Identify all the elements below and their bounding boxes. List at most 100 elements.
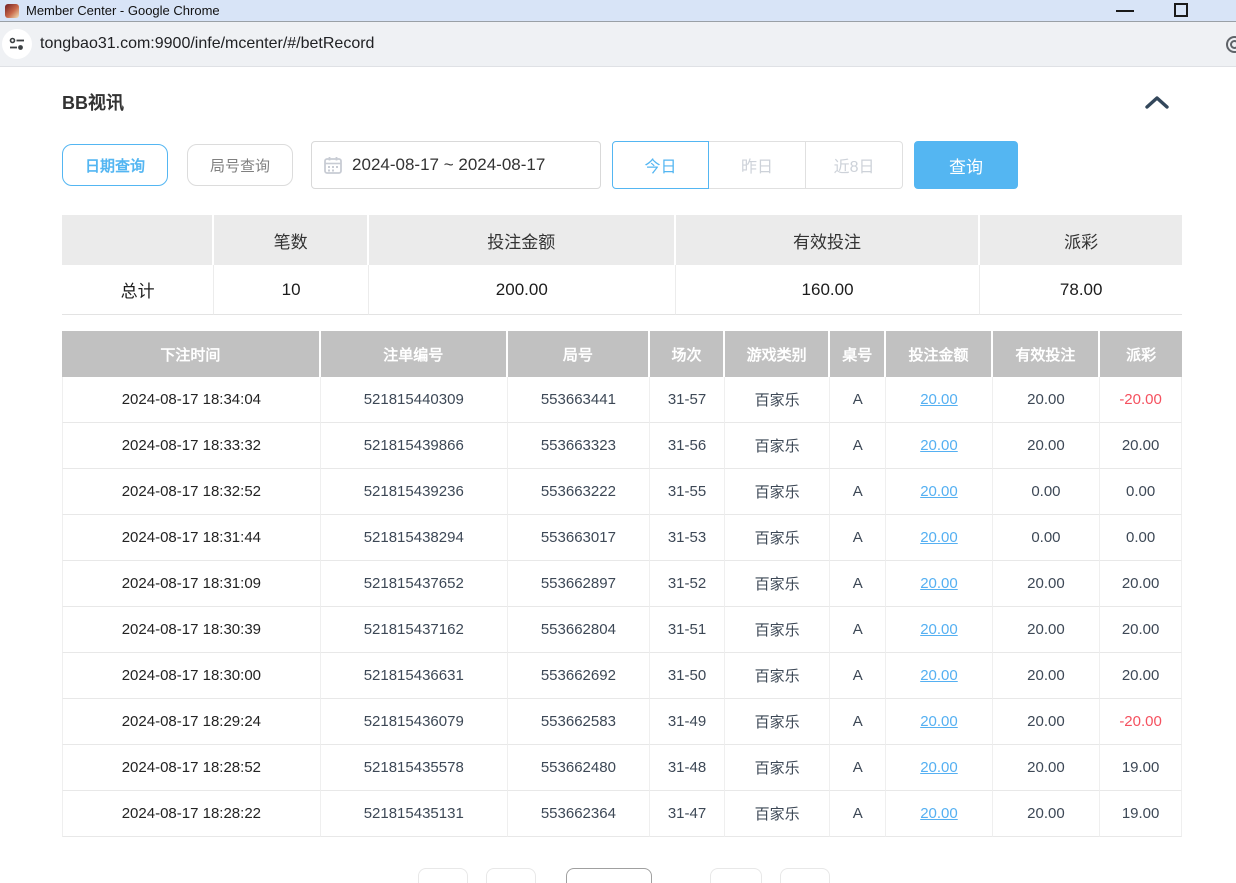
header-valid-bet: 有效投注 <box>993 331 1101 377</box>
site-settings-icon[interactable] <box>2 29 32 59</box>
pagination-current-page[interactable] <box>566 868 652 883</box>
header-bet-amount: 投注金额 <box>886 331 992 377</box>
cell-session: 31-51 <box>650 607 725 653</box>
bet-record-table: 下注时间 注单编号 局号 场次 游戏类别 桌号 投注金额 有效投注 派彩 202… <box>62 331 1182 837</box>
cell-table-no: A <box>830 791 886 837</box>
cell-bet-id: 521815435578 <box>321 745 508 791</box>
cell-game: 百家乐 <box>725 515 830 561</box>
bet-amount-link[interactable]: 20.00 <box>920 621 958 638</box>
cell-table-no: A <box>830 561 886 607</box>
cell-table-no: A <box>830 423 886 469</box>
cell-game: 百家乐 <box>725 791 830 837</box>
search-button[interactable]: 查询 <box>914 141 1018 189</box>
last8days-button[interactable]: 近8日 <box>806 141 903 189</box>
cell-session: 31-50 <box>650 653 725 699</box>
cell-payout: -20.00 <box>1100 377 1182 423</box>
cell-time: 2024-08-17 18:30:39 <box>62 607 321 653</box>
cell-time: 2024-08-17 18:31:09 <box>62 561 321 607</box>
address-bar[interactable]: tongbao31.com:9900/infe/mcenter/#/betRec… <box>0 22 1236 67</box>
table-row: 2024-08-17 18:32:52521815439236553663222… <box>62 469 1182 515</box>
url-text[interactable]: tongbao31.com:9900/infe/mcenter/#/betRec… <box>40 35 374 53</box>
minimize-button[interactable] <box>1110 0 1140 22</box>
date-range-input[interactable]: 2024-08-17 ~ 2024-08-17 <box>311 141 601 189</box>
table-row: 2024-08-17 18:30:00521815436631553662692… <box>62 653 1182 699</box>
cell-session: 31-55 <box>650 469 725 515</box>
bet-table-header-row: 下注时间 注单编号 局号 场次 游戏类别 桌号 投注金额 有效投注 派彩 <box>62 331 1182 377</box>
summary-header-row: 笔数 投注金额 有效投注 派彩 <box>62 215 1182 265</box>
summary-header-count: 笔数 <box>214 215 369 265</box>
cell-valid: 20.00 <box>993 607 1101 653</box>
section-header: BB视讯 <box>62 91 1182 113</box>
cell-game: 百家乐 <box>725 745 830 791</box>
cell-session: 31-56 <box>650 423 725 469</box>
cell-table-no: A <box>830 377 886 423</box>
bet-amount-link[interactable]: 20.00 <box>920 529 958 546</box>
cell-round: 553663323 <box>508 423 650 469</box>
window-titlebar: Member Center - Google Chrome <box>0 0 1236 22</box>
cell-round: 553662583 <box>508 699 650 745</box>
cell-time: 2024-08-17 18:32:52 <box>62 469 321 515</box>
cell-table-no: A <box>830 469 886 515</box>
header-game-type: 游戏类别 <box>725 331 830 377</box>
pagination-button[interactable] <box>418 868 468 883</box>
pagination <box>62 868 1182 883</box>
tune-icon <box>9 36 25 52</box>
cell-valid: 20.00 <box>993 377 1101 423</box>
cell-game: 百家乐 <box>725 377 830 423</box>
date-query-tab[interactable]: 日期查询 <box>62 144 168 186</box>
round-query-tab[interactable]: 局号查询 <box>187 144 293 186</box>
summary-header-payout: 派彩 <box>980 215 1182 265</box>
cell-bet: 20.00 <box>886 423 992 469</box>
cell-valid: 20.00 <box>993 745 1101 791</box>
bet-amount-link[interactable]: 20.00 <box>920 437 958 454</box>
bet-amount-link[interactable]: 20.00 <box>920 713 958 730</box>
profile-icon[interactable] <box>1226 36 1236 53</box>
bet-amount-link[interactable]: 20.00 <box>920 805 958 822</box>
today-button[interactable]: 今日 <box>612 141 709 189</box>
cell-round: 553662692 <box>508 653 650 699</box>
cell-payout: -20.00 <box>1100 699 1182 745</box>
pagination-button[interactable] <box>486 868 536 883</box>
cell-table-no: A <box>830 653 886 699</box>
cell-table-no: A <box>830 607 886 653</box>
table-row: 2024-08-17 18:29:24521815436079553662583… <box>62 699 1182 745</box>
pagination-button[interactable] <box>780 868 830 883</box>
pagination-button[interactable] <box>710 868 762 883</box>
date-range-value: 2024-08-17 ~ 2024-08-17 <box>352 155 545 175</box>
bet-amount-link[interactable]: 20.00 <box>920 391 958 408</box>
calendar-icon <box>324 156 342 174</box>
cell-game: 百家乐 <box>725 561 830 607</box>
cell-bet: 20.00 <box>886 653 992 699</box>
header-round-no: 局号 <box>508 331 650 377</box>
cell-bet: 20.00 <box>886 515 992 561</box>
cell-game: 百家乐 <box>725 653 830 699</box>
bet-amount-link[interactable]: 20.00 <box>920 667 958 684</box>
summary-header-empty <box>62 215 214 265</box>
cell-valid: 0.00 <box>993 515 1101 561</box>
bet-amount-link[interactable]: 20.00 <box>920 575 958 592</box>
bet-amount-link[interactable]: 20.00 <box>920 483 958 500</box>
cell-time: 2024-08-17 18:33:32 <box>62 423 321 469</box>
cell-payout: 19.00 <box>1100 791 1182 837</box>
cell-valid: 20.00 <box>993 561 1101 607</box>
quick-range-group: 今日 昨日 近8日 <box>612 141 903 189</box>
cell-bet-id: 521815437652 <box>321 561 508 607</box>
table-row: 2024-08-17 18:30:39521815437162553662804… <box>62 607 1182 653</box>
bet-amount-link[interactable]: 20.00 <box>920 759 958 776</box>
page-title: BB视讯 <box>62 89 124 115</box>
maximize-button[interactable] <box>1166 0 1196 22</box>
cell-payout: 20.00 <box>1100 561 1182 607</box>
cell-payout: 0.00 <box>1100 515 1182 561</box>
cell-round: 553663017 <box>508 515 650 561</box>
cell-session: 31-53 <box>650 515 725 561</box>
cell-payout: 20.00 <box>1100 653 1182 699</box>
cell-time: 2024-08-17 18:30:00 <box>62 653 321 699</box>
collapse-chevron-icon[interactable] <box>1144 94 1170 110</box>
cell-round: 553662480 <box>508 745 650 791</box>
cell-bet-id: 521815436079 <box>321 699 508 745</box>
cell-bet: 20.00 <box>886 745 992 791</box>
yesterday-button[interactable]: 昨日 <box>709 141 806 189</box>
table-row: 2024-08-17 18:34:04521815440309553663441… <box>62 377 1182 423</box>
cell-time: 2024-08-17 18:28:22 <box>62 791 321 837</box>
cell-table-no: A <box>830 699 886 745</box>
